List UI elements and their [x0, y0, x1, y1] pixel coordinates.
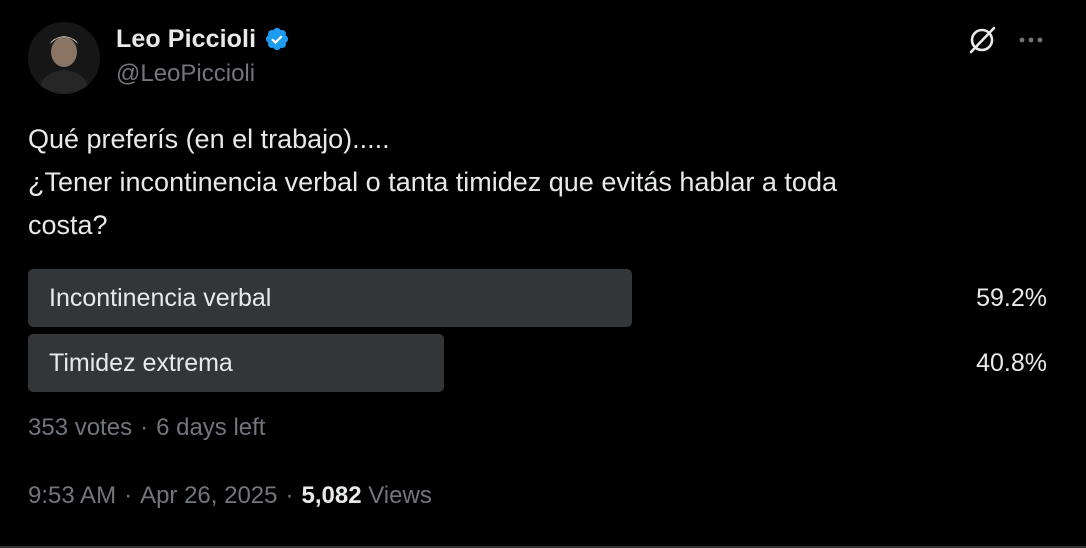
- tweet-card: Leo Piccioli @LeoPiccioli Qué preferís (…: [0, 0, 1086, 548]
- avatar[interactable]: [28, 22, 100, 94]
- poll-option-percent: 59.2%: [976, 284, 1047, 312]
- poll-time-left: 6 days left: [156, 414, 266, 441]
- verified-badge-icon: [264, 26, 290, 52]
- more-options-icon[interactable]: [1016, 26, 1046, 54]
- views-count[interactable]: 5,082: [302, 482, 362, 509]
- poll-meta: 353 votes · 6 days left: [28, 414, 265, 442]
- separator: ·: [285, 482, 294, 509]
- poll-option-1[interactable]: Incontinencia verbal 59.2%: [28, 269, 1058, 327]
- separator: ·: [124, 482, 133, 509]
- author-name-row: Leo Piccioli: [116, 22, 290, 56]
- poll-option-percent: 40.8%: [976, 349, 1047, 377]
- poll-votes: 353 votes: [28, 414, 133, 441]
- poll-option-label: Incontinencia verbal: [49, 284, 272, 312]
- avatar-image: [28, 22, 100, 94]
- author-handle[interactable]: @LeoPiccioli: [116, 60, 255, 88]
- tweet-text-line: Qué preferís (en el trabajo).....: [28, 124, 390, 154]
- poll: Incontinencia verbal 59.2% Timidez extre…: [28, 269, 1058, 399]
- separator: ·: [140, 414, 149, 441]
- poll-option-label: Timidez extrema: [49, 349, 233, 377]
- views-label[interactable]: Views: [368, 482, 432, 509]
- grok-icon[interactable]: [966, 24, 998, 56]
- tweet-text-line: costa?: [28, 210, 108, 240]
- tweet-time[interactable]: 9:53 AM: [28, 482, 116, 510]
- tweet-timestamp-row: 9:53 AM · Apr 26, 2025 · 5,082 Views: [28, 482, 432, 510]
- tweet-text-line: ¿Tener incontinencia verbal o tanta timi…: [28, 167, 837, 197]
- tweet-text: Qué preferís (en el trabajo)..... ¿Tener…: [28, 118, 1038, 247]
- poll-option-2[interactable]: Timidez extrema 40.8%: [28, 334, 1058, 392]
- display-name[interactable]: Leo Piccioli: [116, 25, 256, 54]
- tweet-date[interactable]: Apr 26, 2025: [140, 482, 277, 510]
